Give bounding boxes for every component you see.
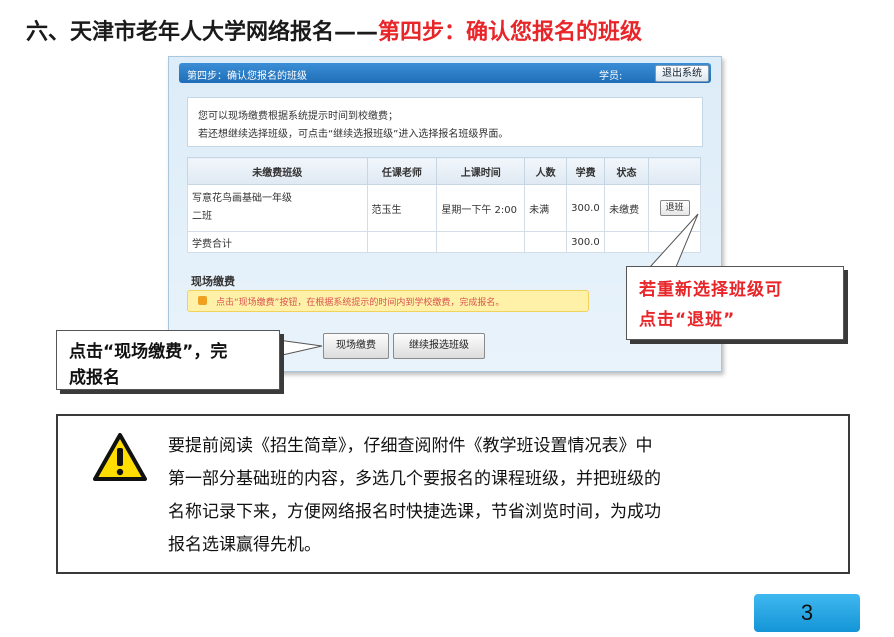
page-number-badge: 3 (754, 594, 860, 632)
right-callout-pointer (648, 213, 699, 268)
withdraw-callout-line-1: 若重新选择班级可 (639, 280, 783, 300)
advice-line-2: 第一部分基础班的内容，多选几个要报名的课程班级，并把班级的 (168, 469, 661, 489)
pay-callout: 点击“现场缴费”，完 成报名 (56, 330, 280, 390)
advice-line-3: 名称记录下来，方便网络报名时快捷选课，节省浏览时间，为成功 (168, 502, 661, 522)
advice-text: 要提前阅读《招生简章》，仔细查阅附件《教学班设置情况表》中 第一部分基础班的内容… (168, 430, 661, 562)
advice-line-1: 要提前阅读《招生简章》，仔细查阅附件《教学班设置情况表》中 (168, 436, 653, 456)
warning-icon (93, 433, 147, 481)
pay-callout-line-2: 成报名 (69, 368, 120, 388)
pay-callout-line-1: 点击“现场缴费”，完 (69, 342, 228, 362)
withdraw-callout: 若重新选择班级可 点击“退班” (626, 266, 844, 340)
advice-box: 要提前阅读《招生简章》，仔细查阅附件《教学班设置情况表》中 第一部分基础班的内容… (56, 414, 850, 574)
withdraw-callout-line-2: 点击“退班” (639, 310, 736, 330)
advice-line-4: 报名选课赢得先机。 (168, 535, 321, 555)
left-callout-pointer (277, 339, 323, 357)
